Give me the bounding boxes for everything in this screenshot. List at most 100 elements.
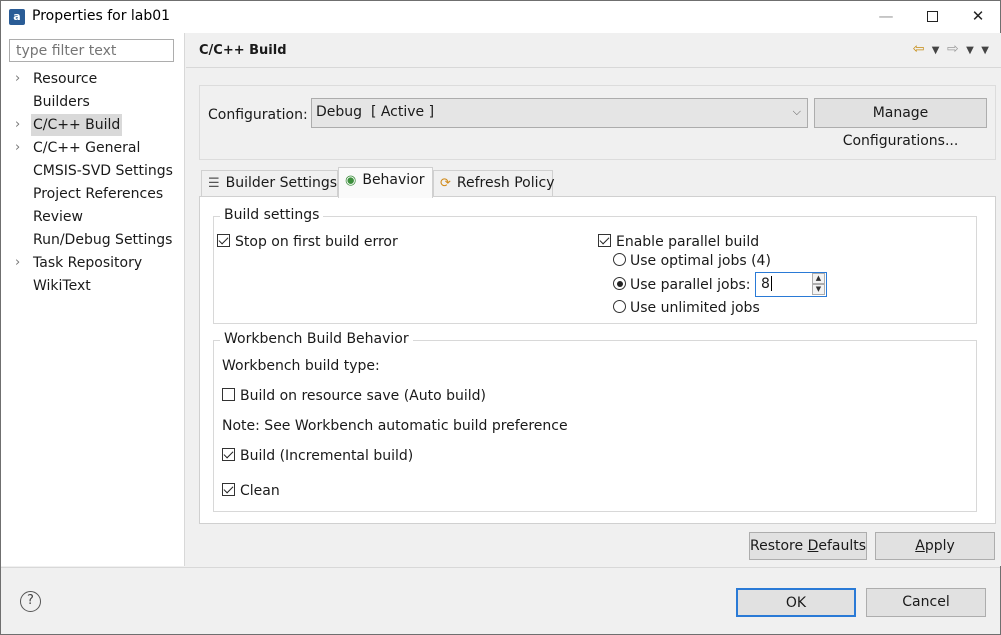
properties-dialog: a Properties for lab01 — ✕ › Resource Buil… — [0, 0, 1001, 635]
workbench-note: Note: See Workbench automatic build pref… — [222, 418, 568, 434]
tree-item[interactable]: › Resource — [1, 68, 185, 90]
parallel-build-label: Enable parallel build — [616, 234, 760, 250]
forward-arrow-icon[interactable]: ⇨ — [947, 41, 959, 57]
tree-item[interactable]: Review — [1, 206, 185, 228]
optimal-jobs-radio[interactable]: Use optimal jobs (4) — [613, 253, 771, 269]
tab-label: Builder Settings — [225, 175, 338, 191]
chevron-down-icon: ⌵ — [792, 105, 801, 118]
configuration-group: Configuration: Debug [ Active ] ⌵ Manage… — [199, 85, 996, 160]
clean-label: Clean — [240, 483, 280, 499]
radio-icon: ◉ — [345, 173, 357, 188]
history-nav: ⇦ ▼ ⇨ ▼ ▼ — [910, 41, 989, 57]
filter-input[interactable] — [9, 39, 174, 62]
checkbox-icon — [598, 234, 611, 247]
help-icon[interactable]: ? — [20, 591, 41, 612]
maximize-button[interactable] — [909, 1, 955, 32]
tree-item-label: Resource — [33, 71, 98, 87]
incremental-build-checkbox[interactable]: Build (Incremental build) — [222, 448, 413, 464]
window-title: Properties for lab01 — [32, 8, 171, 24]
tree-item[interactable]: › Task Repository — [1, 252, 185, 274]
parallel-jobs-label: Use parallel jobs: — [630, 277, 751, 293]
tree-item[interactable]: Project References — [1, 183, 185, 205]
build-settings-legend: Build settings — [220, 207, 324, 223]
tree-item[interactable]: WikiText — [1, 275, 185, 297]
checkbox-icon — [222, 388, 235, 401]
page-header: C/C++ Build ⇦ ▼ ⇨ ▼ ▼ — [186, 33, 1001, 67]
tree-item[interactable]: Run/Debug Settings — [1, 229, 185, 251]
stop-on-error-label: Stop on first build error — [235, 234, 398, 250]
behavior-panel: Build settings Stop on first build error… — [199, 196, 996, 524]
unlimited-jobs-label: Use unlimited jobs — [630, 300, 760, 316]
build-settings-group: Build settings Stop on first build error… — [213, 207, 977, 324]
radio-icon — [613, 253, 626, 266]
radio-icon — [613, 277, 626, 290]
refresh-icon: ⟳ — [440, 176, 451, 191]
tab-builder-settings[interactable]: ☰ Builder Settings — [201, 170, 338, 197]
tree-item-label: Task Repository — [33, 255, 143, 271]
configuration-label: Configuration: — [208, 107, 308, 123]
dialog-footer: ? OK Cancel — [1, 567, 1000, 634]
title-bar: a Properties for lab01 — ✕ — [1, 1, 1000, 33]
navigation-pane: ›ResourceBuilders›C/C++ Build›C/C++ Gene… — [1, 33, 185, 566]
tab-label: Behavior — [362, 172, 425, 188]
parallel-build-checkbox[interactable]: Enable parallel build — [598, 234, 759, 250]
auto-build-checkbox[interactable]: Build on resource save (Auto build) — [222, 388, 486, 404]
configuration-value: Debug [ Active ] — [316, 104, 435, 120]
tab-behavior[interactable]: ◉ Behavior — [338, 167, 433, 198]
workbench-legend: Workbench Build Behavior — [220, 331, 413, 347]
unlimited-jobs-radio[interactable]: Use unlimited jobs — [613, 300, 760, 316]
view-menu-icon[interactable]: ▼ — [981, 45, 989, 56]
chevron-right-icon[interactable]: › — [15, 114, 27, 136]
spin-up-icon[interactable]: ▲ — [812, 273, 825, 284]
close-button[interactable]: ✕ — [955, 1, 1001, 32]
tree-item-label: Builders — [33, 94, 90, 110]
incremental-build-label: Build (Incremental build) — [240, 448, 414, 464]
checkbox-icon — [222, 448, 235, 461]
optimal-jobs-label: Use optimal jobs (4) — [630, 253, 771, 269]
workbench-build-group: Workbench Build Behavior Workbench build… — [213, 331, 977, 512]
header-divider — [186, 67, 1001, 68]
tab-refresh-policy[interactable]: ⟳ Refresh Policy — [433, 170, 555, 197]
forward-dropdown-icon[interactable]: ▼ — [966, 45, 974, 56]
chevron-right-icon[interactable]: › — [15, 137, 27, 159]
tree-item-label: WikiText — [33, 278, 91, 294]
restore-defaults-button[interactable]: Restore Defaults — [749, 532, 867, 560]
tree-item[interactable]: Builders — [1, 91, 185, 113]
app-icon: a — [9, 9, 25, 25]
back-dropdown-icon[interactable]: ▼ — [932, 45, 940, 56]
parallel-jobs-input[interactable]: 8 — [761, 276, 801, 294]
back-arrow-icon[interactable]: ⇦ — [913, 41, 925, 57]
ok-button[interactable]: OK — [736, 588, 856, 617]
checkbox-icon — [217, 234, 230, 247]
configuration-select[interactable]: Debug [ Active ] ⌵ — [311, 98, 808, 128]
manage-configurations-button[interactable]: Manage Configurations... — [814, 98, 987, 149]
tab-label: Refresh Policy — [456, 175, 555, 191]
parallel-jobs-spinner[interactable]: 8 ▲ ▼ — [755, 272, 827, 297]
chevron-right-icon[interactable]: › — [15, 252, 27, 274]
maximize-icon — [926, 11, 938, 22]
tree-item-label: C/C++ Build — [31, 114, 123, 136]
cancel-button[interactable]: Cancel — [866, 588, 986, 617]
tree-item-label: Run/Debug Settings — [33, 232, 173, 248]
chevron-right-icon[interactable]: › — [15, 68, 27, 90]
list-icon: ☰ — [208, 176, 220, 191]
parallel-jobs-radio[interactable]: Use parallel jobs: — [613, 277, 751, 293]
tree-item-label: CMSIS-SVD Settings — [33, 163, 173, 179]
apply-button[interactable]: Apply — [875, 532, 995, 560]
build-type-label: Workbench build type: — [222, 358, 380, 374]
tree-item[interactable]: › C/C++ Build — [1, 114, 185, 136]
stop-on-error-checkbox[interactable]: Stop on first build error — [217, 234, 398, 250]
tree-item[interactable]: CMSIS-SVD Settings — [1, 160, 185, 182]
property-page: C/C++ Build ⇦ ▼ ⇨ ▼ ▼ Configuration: Deb… — [186, 33, 1001, 566]
tree-item[interactable]: › C/C++ General — [1, 137, 185, 159]
clean-checkbox[interactable]: Clean — [222, 483, 280, 499]
tree-item-label: C/C++ General — [33, 140, 141, 156]
tree-item-label: Review — [33, 209, 83, 225]
tree-item-label: Project References — [33, 186, 164, 202]
radio-icon — [613, 300, 626, 313]
minimize-button[interactable]: — — [863, 1, 909, 32]
spin-down-icon[interactable]: ▼ — [812, 284, 825, 295]
auto-build-label: Build on resource save (Auto build) — [240, 388, 487, 404]
page-title: C/C++ Build — [199, 43, 287, 58]
checkbox-icon — [222, 483, 235, 496]
